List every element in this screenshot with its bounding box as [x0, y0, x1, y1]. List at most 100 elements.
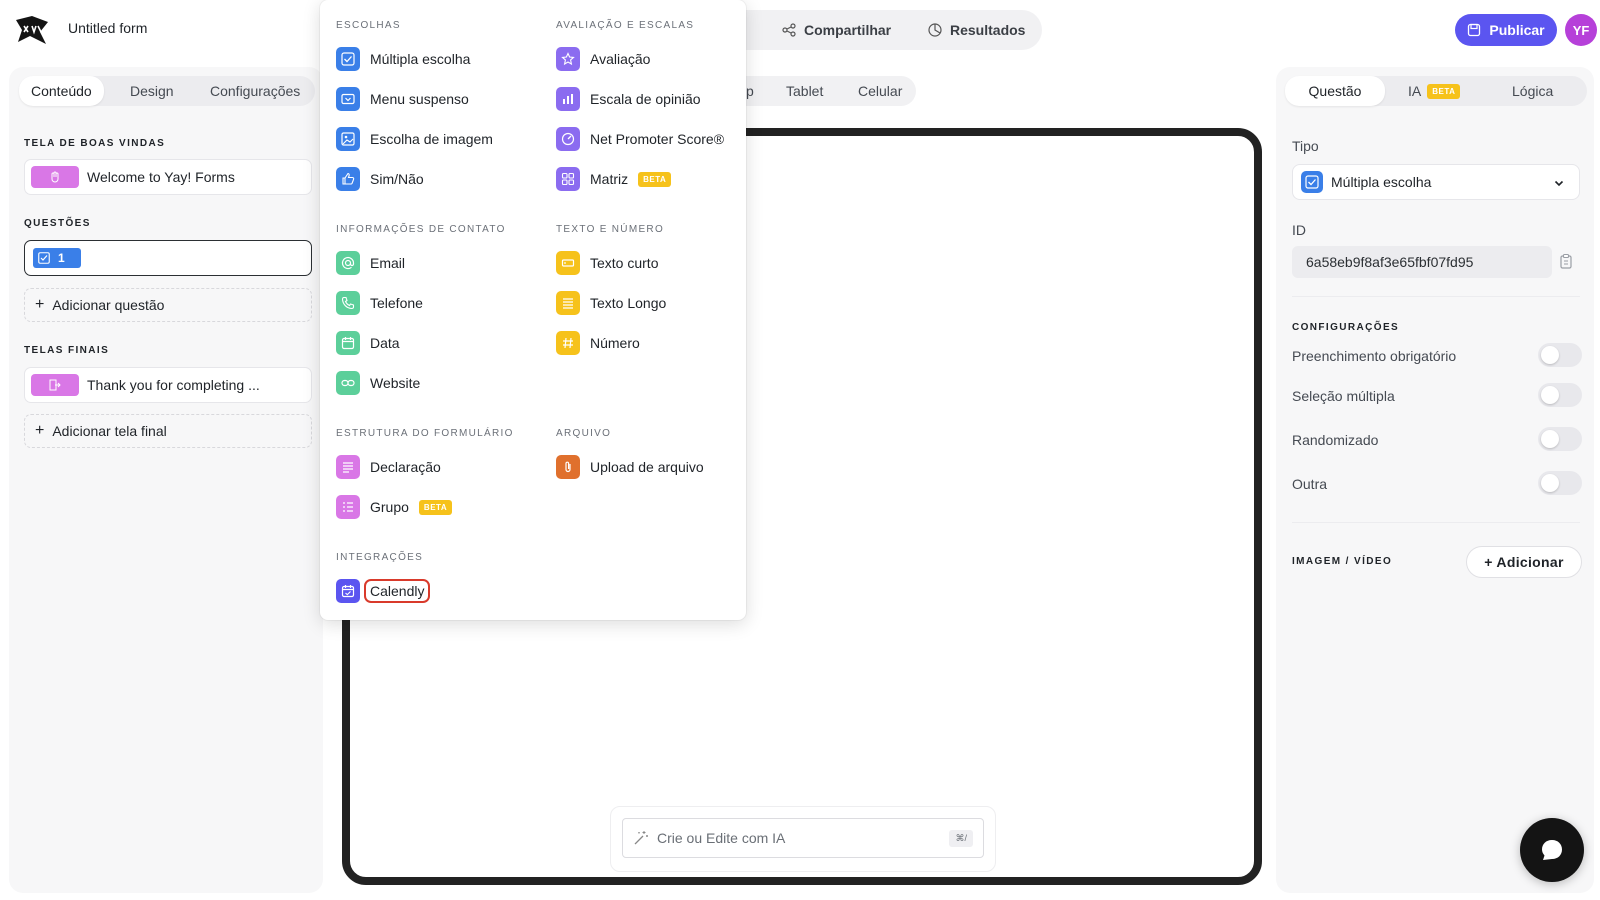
section-file: ARQUIVO — [556, 428, 612, 439]
menu-item-website[interactable]: Website — [336, 370, 420, 396]
questions-section-title: QUESTÕES — [24, 218, 91, 229]
question-number: 1 — [58, 251, 65, 265]
publish-icon — [1467, 23, 1481, 37]
tab-settings[interactable]: Configurações — [210, 76, 300, 106]
menu-label: Escolha de imagem — [370, 131, 493, 147]
short-text-icon — [556, 251, 580, 275]
checkbox-icon — [38, 252, 50, 264]
tab-mobile[interactable]: Celular — [858, 76, 902, 106]
divider — [1292, 296, 1580, 297]
menu-item-image-choice[interactable]: Escolha de imagem — [336, 126, 493, 152]
menu-item-short-text[interactable]: Texto curto — [556, 250, 658, 276]
toggle-label-multiple: Seleção múltipla — [1292, 388, 1395, 404]
tab-logic[interactable]: Lógica — [1512, 76, 1553, 106]
question-card[interactable]: 1 — [24, 240, 312, 276]
section-integrations: INTEGRAÇÕES — [336, 552, 424, 563]
question-chip: 1 — [33, 248, 81, 268]
end-screens-section-title: TELAS FINAIS — [24, 345, 110, 356]
add-media-button[interactable]: + Adicionar — [1466, 546, 1582, 578]
menu-item-opinion-scale[interactable]: Escala de opinião — [556, 86, 701, 112]
publish-button[interactable]: Publicar — [1455, 14, 1557, 46]
paperclip-icon — [556, 455, 580, 479]
menu-item-calendly[interactable]: Calendly — [336, 578, 431, 604]
id-label: ID — [1292, 222, 1306, 238]
menu-item-multiple-choice[interactable]: Múltipla escolha — [336, 46, 470, 72]
menu-label: Net Promoter Score® — [590, 131, 725, 147]
menu-item-yes-no[interactable]: Sim/Não — [336, 166, 424, 192]
results-icon — [928, 23, 942, 37]
toggle-required[interactable] — [1538, 343, 1582, 367]
end-card-label: Thank you for completing ... — [87, 377, 260, 393]
menu-label: Upload de arquivo — [590, 459, 704, 475]
tab-content[interactable]: Conteúdo — [19, 76, 104, 106]
menu-label: Matriz — [590, 171, 629, 187]
menu-label: Menu suspenso — [370, 91, 469, 107]
menu-item-statement[interactable]: Declaração — [336, 454, 441, 480]
menu-item-group[interactable]: Grupo BETA — [336, 494, 453, 520]
chevron-down-icon — [1553, 177, 1565, 189]
welcome-screen-card[interactable]: Welcome to Yay! Forms — [24, 159, 312, 195]
menu-item-dropdown[interactable]: Menu suspenso — [336, 86, 469, 112]
phone-icon — [336, 291, 360, 315]
toggle-random[interactable] — [1538, 427, 1582, 451]
copy-icon[interactable] — [1558, 253, 1574, 269]
menu-item-email[interactable]: Email — [336, 250, 405, 276]
hand-icon — [31, 166, 79, 188]
calendar-check-icon — [336, 579, 360, 603]
add-question-button[interactable]: + Adicionar questão — [24, 288, 312, 322]
at-sign-icon — [336, 251, 360, 275]
link-icon — [336, 371, 360, 395]
menu-label: Data — [370, 335, 400, 351]
beta-badge: BETA — [1427, 83, 1461, 99]
menu-item-date[interactable]: Data — [336, 330, 400, 356]
star-icon — [556, 47, 580, 71]
calendar-icon — [336, 331, 360, 355]
share-label: Compartilhar — [804, 22, 892, 38]
menu-label: Website — [370, 375, 421, 391]
share-tab[interactable]: Compartilhar — [782, 10, 891, 50]
results-tab[interactable]: Resultados — [928, 10, 1025, 50]
toggle-label-required: Preenchimento obrigatório — [1292, 348, 1457, 364]
toggle-label-other: Outra — [1292, 476, 1328, 492]
type-label: Tipo — [1292, 138, 1319, 154]
type-select[interactable]: Múltipla escolha — [1292, 164, 1580, 200]
gauge-icon — [556, 127, 580, 151]
tab-design[interactable]: Design — [130, 76, 174, 106]
tab-ai[interactable]: IA BETA — [1408, 76, 1461, 106]
id-field[interactable]: 6a58eb9f8af3e65fbf07fd95 — [1292, 246, 1552, 278]
menu-item-file-upload[interactable]: Upload de arquivo — [556, 454, 704, 480]
tab-desktop-partial[interactable]: p — [746, 76, 754, 106]
ai-input[interactable]: Crie ou Edite com IA ⌘/ — [622, 818, 984, 858]
grid-icon — [556, 167, 580, 191]
add-question-label: Adicionar questão — [52, 297, 165, 313]
type-value: Múltipla escolha — [1331, 174, 1432, 190]
tab-question[interactable]: Questão — [1285, 76, 1385, 106]
menu-item-rating[interactable]: Avaliação — [556, 46, 650, 72]
add-end-screen-button[interactable]: + Adicionar tela final — [24, 414, 312, 448]
menu-item-matrix[interactable]: Matriz BETA — [556, 166, 672, 192]
hash-icon — [556, 331, 580, 355]
menu-item-long-text[interactable]: Texto Longo — [556, 290, 666, 316]
toggle-other[interactable] — [1538, 471, 1582, 495]
menu-label: Avaliação — [590, 51, 651, 67]
divider — [1292, 522, 1580, 523]
yay-forms-logo[interactable] — [14, 12, 50, 48]
menu-label: Múltipla escolha — [370, 51, 471, 67]
welcome-section-title: TELA DE BOAS VINDAS — [24, 138, 166, 149]
menu-label: Número — [590, 335, 640, 351]
tab-tablet[interactable]: Tablet — [786, 76, 823, 106]
results-label: Resultados — [950, 22, 1026, 38]
menu-item-number[interactable]: Número — [556, 330, 640, 356]
settings-section-title: CONFIGURAÇÕES — [1292, 322, 1400, 333]
chat-button[interactable] — [1520, 818, 1584, 882]
user-avatar[interactable]: YF — [1565, 14, 1597, 46]
plus-icon: + — [35, 422, 45, 439]
menu-label: Texto curto — [590, 255, 659, 271]
share-icon — [782, 23, 796, 37]
menu-item-nps[interactable]: Net Promoter Score® — [556, 126, 724, 152]
end-screen-card[interactable]: Thank you for completing ... — [24, 367, 312, 403]
form-title[interactable]: Untitled form — [68, 20, 147, 36]
menu-item-phone[interactable]: Telefone — [336, 290, 423, 316]
toggle-multiple[interactable] — [1538, 383, 1582, 407]
shortcut-hint: ⌘/ — [949, 830, 973, 847]
